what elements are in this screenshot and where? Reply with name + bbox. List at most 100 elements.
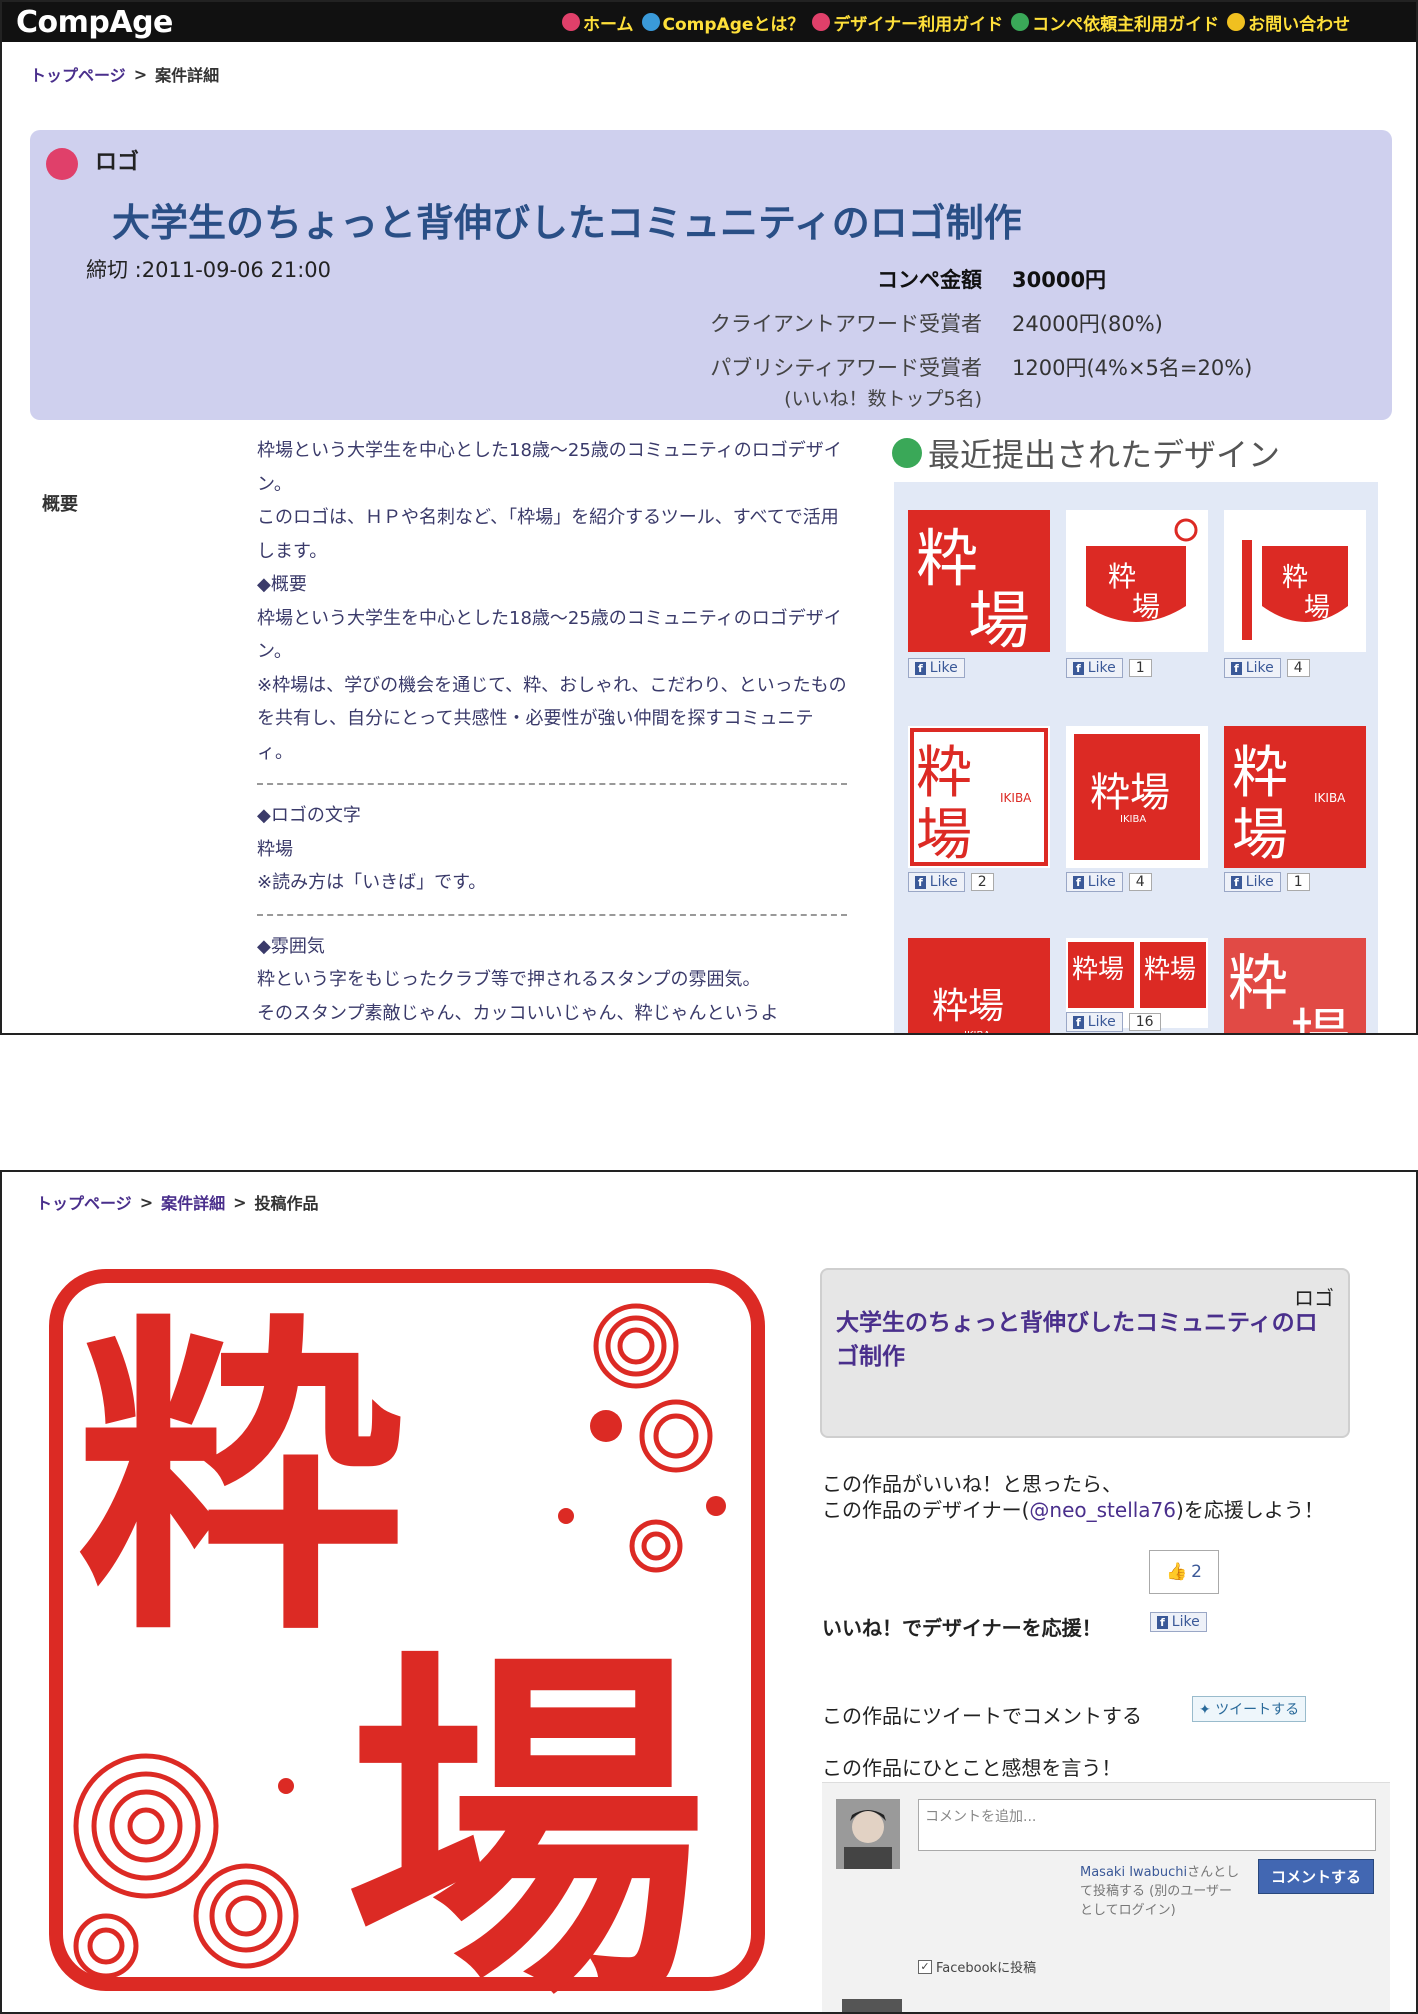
nav-home[interactable]: ホーム: [562, 10, 634, 35]
svg-text:場: 場: [968, 584, 1030, 652]
like-button[interactable]: f Like: [1066, 1012, 1123, 1032]
like-button[interactable]: f Like: [1066, 658, 1123, 678]
svg-text:粋場: 粋場: [1090, 770, 1170, 816]
like-count: 16: [1128, 1013, 1161, 1031]
card-title[interactable]: 大学生のちょっと背伸びしたコミュニティのロゴ制作: [836, 1306, 1336, 1374]
design-thumbnail[interactable]: 粋場: [1066, 510, 1208, 652]
top-nav: CompAge ホーム CompAgeとは？ デザイナー利用ガイド コンペ依頼主…: [2, 2, 1416, 42]
nav-client-guide[interactable]: コンペ依頼主利用ガイド: [1011, 10, 1219, 35]
designer-icon: [812, 13, 831, 31]
design-thumbnail[interactable]: 粋場IKIBA: [1224, 726, 1366, 868]
svg-text:IKIBA: IKIBA: [964, 1030, 990, 1035]
like-bar: f Like 4: [1224, 658, 1310, 678]
like-button[interactable]: f Like: [1150, 1612, 1207, 1632]
breadcrumb: トップページ > 案件詳細 > 投稿作品: [36, 1190, 319, 1214]
deadline: 締切 :2011-09-06 21:00: [86, 258, 331, 282]
like-bar: f Like 2: [908, 872, 994, 892]
poster-name[interactable]: Masaki Iwabuchi: [1080, 1865, 1187, 1880]
designer-mention-link[interactable]: @neo_stella76: [1029, 1498, 1176, 1522]
svg-text:粋場: 粋場: [932, 986, 1004, 1027]
prize-value: 24000円(80%): [1012, 312, 1163, 336]
recent-designs-grid: 粋場 f Like 粋場 f Like 1 粋場 f Like 4 粋場 IKIBA f…: [894, 482, 1378, 1035]
next-comment-preview: [842, 1999, 902, 2012]
facebook-icon: f: [1231, 875, 1242, 889]
facebook-icon: f: [1231, 661, 1242, 675]
design-thumbnail[interactable]: 粋場IKIBA: [908, 726, 1050, 868]
design-thumbnail[interactable]: 粋場: [1224, 938, 1366, 1035]
svg-text:IKIBA: IKIBA: [1120, 814, 1146, 825]
breadcrumb-top-link[interactable]: トップページ: [30, 62, 126, 86]
svg-text:場: 場: [1132, 590, 1160, 623]
category-label: ロゴ: [95, 150, 140, 175]
dashed-divider: [257, 913, 847, 916]
like-count: 1: [1286, 873, 1310, 891]
like-count-bubble: 👍 2: [1149, 1550, 1219, 1594]
design-thumbnail[interactable]: 粋場 IKIBA: [908, 938, 1050, 1035]
prize-row: クライアントアワード受賞者 24000円(80%): [670, 308, 1370, 338]
recent-designs-heading: 最近提出されたデザイン: [892, 430, 1280, 476]
svg-text:場: 場: [1304, 593, 1330, 623]
competition-detail-screenshot: CompAge ホーム CompAgeとは？ デザイナー利用ガイド コンペ依頼主…: [0, 0, 1418, 1035]
like-button[interactable]: f Like: [908, 658, 965, 678]
svg-text:IKIBA: IKIBA: [1000, 791, 1032, 805]
facebook-icon: f: [1073, 661, 1084, 675]
client-icon: [1011, 13, 1030, 31]
breadcrumb-detail-link[interactable]: 案件詳細: [161, 1190, 225, 1214]
description-line: ◆雰囲気: [257, 935, 325, 957]
breadcrumb-separator: >: [139, 1192, 154, 1212]
like-button[interactable]: f Like: [1224, 658, 1281, 678]
home-icon: [562, 13, 580, 31]
facebook-post-checkbox[interactable]: ✓: [918, 1959, 932, 1974]
svg-text:粋場: 粋場: [1072, 955, 1124, 985]
nav-about[interactable]: CompAgeとは？: [641, 10, 804, 35]
comment-box: コメントを追加... Masaki Iwabuchiさんとして投稿する (別のユ…: [822, 1782, 1390, 2012]
cheer-text: この作品がいいね！と思ったら、: [822, 1472, 1122, 1496]
facebook-post-option[interactable]: ✓ Facebookに投稿: [918, 1957, 1036, 1976]
summary-label: 概要: [42, 494, 78, 515]
breadcrumb-top-link[interactable]: トップページ: [36, 1190, 132, 1214]
svg-text:粋: 粋: [1282, 563, 1308, 593]
like-button[interactable]: f Like: [1066, 872, 1123, 892]
avatar: [836, 1799, 900, 1869]
site-logo[interactable]: CompAge: [2, 5, 562, 40]
description-line: そのスタンプ素敵じゃん、カッコいいじゃん、粋じゃんというよ: [257, 1002, 779, 1024]
like-button[interactable]: f Like: [1224, 872, 1281, 892]
description: 枠場という大学生を中心とした18歳～25歳のコミュニティのロゴデザイン。 このロ…: [257, 434, 847, 1030]
comment-input[interactable]: コメントを追加...: [918, 1799, 1376, 1851]
svg-text:粋: 粋: [1228, 949, 1288, 1019]
design-thumbnail[interactable]: 粋場IKIBA: [1066, 726, 1208, 868]
prize-label: コンペ金額: [877, 268, 982, 292]
tweet-button[interactable]: ✦ ツイートする: [1192, 1696, 1307, 1722]
prize-value: 1200円(4%×5名=20%): [1012, 356, 1253, 380]
design-thumbnail[interactable]: 粋場: [908, 510, 1050, 652]
breadcrumb: トップページ > 案件詳細: [30, 62, 219, 86]
prize-row: パブリシティアワード受賞者 (いいね！数トップ5名) 1200円(4%×5名=2…: [670, 352, 1370, 411]
thumbs-up-icon: 👍: [1166, 1562, 1188, 1582]
competition-card[interactable]: ロゴ 大学生のちょっと背伸びしたコミュニティのロゴ制作: [820, 1268, 1350, 1438]
facebook-icon: f: [915, 875, 926, 889]
like-cheer-text: いいね！でデザイナーを応援！: [822, 1616, 1102, 1640]
logo-category-icon: [46, 148, 78, 180]
facebook-icon: f: [915, 661, 926, 675]
prize-label-group: パブリシティアワード受賞者 (いいね！数トップ5名): [670, 352, 1012, 411]
prize-sublabel: (いいね！数トップ5名): [784, 388, 982, 410]
svg-text:場: 場: [1290, 1003, 1350, 1035]
like-bar: f Like: [908, 658, 965, 678]
design-thumbnail[interactable]: 粋場: [1224, 510, 1366, 652]
like-bar: f Like 16: [1066, 1012, 1161, 1032]
cheer-text-designer: この作品のデザイナー(@neo_stella76)を応援しよう！: [822, 1498, 1324, 1522]
comment-button[interactable]: コメントする: [1258, 1859, 1375, 1894]
like-bar: f Like 1: [1224, 872, 1310, 892]
prize-table: コンペ金額 30000円 クライアントアワード受賞者 24000円(80%) パ…: [670, 264, 1370, 425]
svg-text:粋場: 粋場: [1144, 955, 1196, 985]
submitted-logo-image: 粋 場: [46, 1266, 768, 2012]
nav-contact[interactable]: お問い合わせ: [1227, 10, 1350, 35]
like-count: 2: [970, 873, 994, 891]
description-line: ◆概要: [257, 574, 307, 595]
breadcrumb-current: 投稿作品: [254, 1194, 319, 1213]
like-button[interactable]: f Like: [908, 872, 965, 892]
nav-designer-guide[interactable]: デザイナー利用ガイド: [812, 10, 1003, 35]
description-line: ◆ロゴの文字: [257, 805, 361, 826]
description-line: 粋という字をもじったクラブ等で押されるスタンプの雰囲気。: [257, 969, 761, 990]
comment-avatar: [842, 1999, 902, 2012]
